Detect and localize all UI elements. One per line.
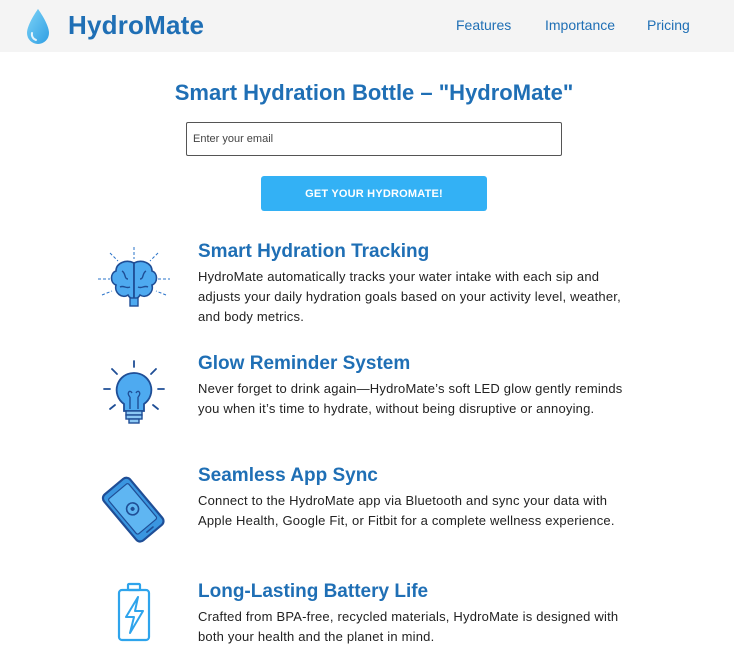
brand-name[interactable]: HydroMate bbox=[68, 10, 204, 41]
feature-title: Smart Hydration Tracking bbox=[198, 241, 430, 262]
lightbulb-icon bbox=[103, 360, 165, 424]
smartphone-icon bbox=[101, 476, 165, 543]
feature-title: Seamless App Sync bbox=[198, 465, 378, 486]
navbar: HydroMate Features Importance Pricing bbox=[0, 0, 734, 52]
feature-description: Connect to the HydroMate app via Bluetoo… bbox=[198, 493, 615, 528]
nav-link-importance[interactable]: Importance bbox=[545, 17, 615, 33]
battery-charging-icon bbox=[117, 582, 151, 642]
email-input[interactable] bbox=[186, 122, 562, 156]
water-drop-icon bbox=[27, 9, 49, 44]
feature-title: Glow Reminder System bbox=[198, 353, 411, 374]
feature-description: HydroMate automatically tracks your wate… bbox=[198, 269, 621, 324]
nav-link-pricing[interactable]: Pricing bbox=[647, 17, 690, 33]
feature-title: Long-Lasting Battery Life bbox=[198, 581, 429, 602]
feature-description: Crafted from BPA-free, recycled material… bbox=[198, 609, 619, 644]
feature-description: Never forget to drink again—HydroMate’s … bbox=[198, 381, 623, 416]
page-title: Smart Hydration Bottle – "HydroMate" bbox=[174, 80, 574, 105]
get-hydromate-button[interactable]: GET YOUR HYDROMATE! bbox=[261, 176, 487, 211]
nav-link-features[interactable]: Features bbox=[456, 17, 511, 33]
brain-icon bbox=[98, 247, 170, 307]
